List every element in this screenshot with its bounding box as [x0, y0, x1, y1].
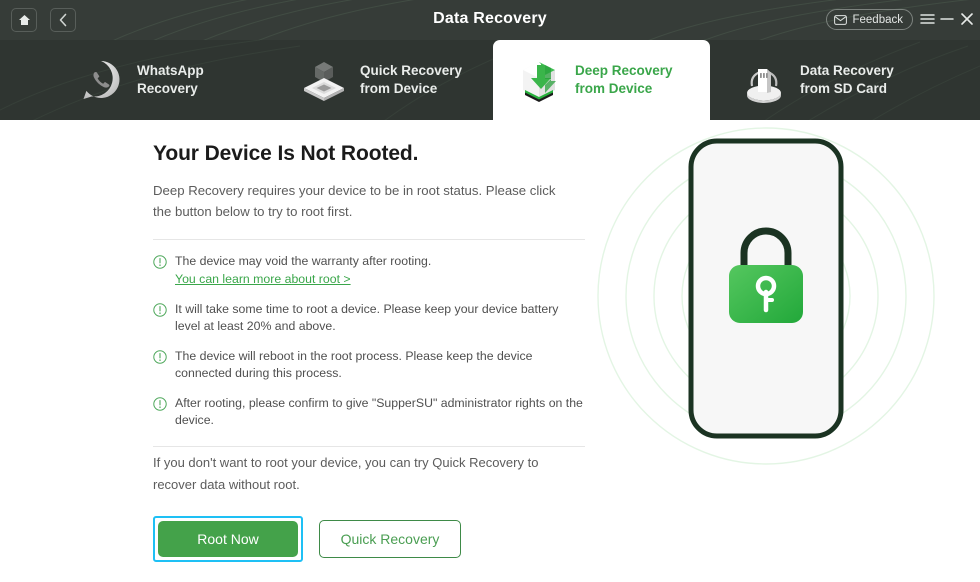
subtext: Deep Recovery requires your device to be…: [153, 183, 556, 219]
phone-with-padlock-illustration: [597, 127, 935, 465]
application-window: Data Recovery Feedback WhatsApp Recovery…: [0, 0, 980, 582]
exclamation-circle-icon: [153, 397, 167, 411]
tab-whatsapp-recovery[interactable]: WhatsApp Recovery: [55, 40, 285, 120]
tab-deep-recovery-from-device[interactable]: Deep Recovery from Device: [493, 40, 710, 120]
minimize-button[interactable]: [938, 10, 956, 28]
feedback-button[interactable]: Feedback: [826, 9, 913, 30]
envelope-icon: [834, 14, 848, 25]
footnote: If you don't want to root your device, y…: [153, 455, 539, 492]
divider-bottom: [153, 446, 585, 447]
deep-scan-cube-icon: [523, 62, 556, 102]
menu-button[interactable]: [918, 10, 936, 28]
tab-label: Data Recovery from SD Card: [800, 62, 894, 98]
close-icon: [961, 13, 973, 25]
tab-label: Deep Recovery from Device: [575, 62, 673, 98]
quick-recovery-button[interactable]: Quick Recovery: [319, 520, 461, 558]
note-text: After rooting, please confirm to give "S…: [175, 396, 583, 427]
headline: Your Device Is Not Rooted.: [153, 142, 419, 165]
device-stack-icon: [304, 62, 344, 101]
note-item: The device may void the warranty after r…: [153, 253, 585, 288]
title-bar: Data Recovery Feedback: [0, 0, 980, 40]
divider-top: [153, 239, 585, 240]
tab-quick-recovery-from-device[interactable]: Quick Recovery from Device: [278, 40, 493, 120]
note-item: It will take some time to root a device.…: [153, 301, 585, 335]
feedback-label: Feedback: [852, 13, 903, 26]
tab-bar: WhatsApp Recovery Quick Recovery from De…: [0, 40, 980, 120]
root-now-focus-ring: Root Now: [153, 516, 303, 562]
exclamation-circle-icon: [153, 255, 167, 269]
learn-more-about-root-link[interactable]: You can learn more about root >: [175, 271, 351, 288]
minimize-icon: [940, 18, 954, 20]
tab-data-recovery-from-sd-card[interactable]: Data Recovery from SD Card: [718, 40, 958, 120]
tab-label-line1: WhatsApp: [137, 63, 204, 78]
tab-label-line2: from Device: [575, 81, 653, 96]
exclamation-circle-icon: [153, 350, 167, 364]
exclamation-circle-icon: [153, 303, 167, 317]
content-left-column: Your Device Is Not Rooted. Deep Recovery…: [153, 120, 593, 562]
main-content: Your Device Is Not Rooted. Deep Recovery…: [0, 120, 980, 582]
tab-label-line2: from Device: [360, 81, 438, 96]
note-item: After rooting, please confirm to give "S…: [153, 395, 585, 429]
note-text: The device may void the warranty after r…: [175, 254, 432, 268]
note-text: It will take some time to root a device.…: [175, 302, 559, 333]
tab-label-line2: from SD Card: [800, 81, 888, 96]
tab-label-line1: Deep Recovery: [575, 63, 673, 78]
note-text: The device will reboot in the root proce…: [175, 349, 533, 380]
tab-label: Quick Recovery from Device: [360, 62, 462, 98]
action-buttons: Root Now Quick Recovery: [153, 516, 593, 562]
tab-label: WhatsApp Recovery: [137, 62, 204, 98]
note-item: The device will reboot in the root proce…: [153, 348, 585, 382]
close-button[interactable]: [958, 10, 976, 28]
sd-card-icon: [747, 69, 781, 103]
tab-label-line1: Quick Recovery: [360, 63, 463, 78]
whatsapp-bubble-icon: [83, 61, 120, 99]
tab-label-line1: Data Recovery: [800, 63, 894, 78]
hamburger-menu-icon: [919, 14, 935, 24]
tab-label-line2: Recovery: [137, 81, 198, 96]
root-now-button[interactable]: Root Now: [158, 521, 298, 557]
notes-list: The device may void the warranty after r…: [153, 253, 593, 429]
